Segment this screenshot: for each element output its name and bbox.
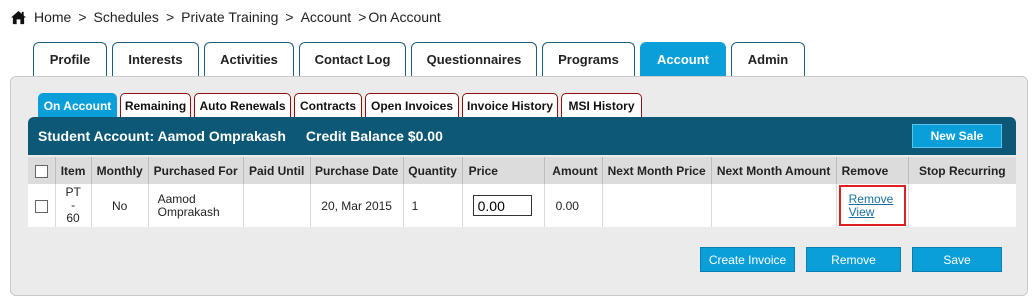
amount-cell: 0.00 xyxy=(544,184,603,227)
breadcrumb-separator: > xyxy=(285,9,294,25)
account-items-table: Item Monthly Purchased For Paid Until Pu… xyxy=(28,157,1016,227)
header-remove: Remove xyxy=(836,157,909,184)
item-cell: PT - 60 xyxy=(55,184,92,227)
student-account-label: Student Account: Aamod Omprakash xyxy=(38,128,286,144)
header-next-month-amount: Next Month Amount xyxy=(711,157,837,184)
monthly-cell: No xyxy=(91,184,149,227)
header-paid-until: Paid Until xyxy=(243,157,311,184)
subtab-on-account[interactable]: On Account xyxy=(38,93,117,117)
header-select-all xyxy=(28,157,56,184)
breadcrumb-schedules[interactable]: Schedules xyxy=(94,9,159,25)
purchase-date-cell: 20, Mar 2015 xyxy=(310,184,404,227)
subtab-open-invoices[interactable]: Open Invoices xyxy=(365,93,459,117)
header-quantity: Quantity xyxy=(403,157,463,184)
tab-admin[interactable]: Admin xyxy=(731,42,805,76)
breadcrumb: Home > Schedules > Private Training > Ac… xyxy=(10,8,441,26)
quantity-cell: 1 xyxy=(403,184,463,227)
purchased-for-cell: Aamod Omprakash xyxy=(148,184,244,227)
create-invoice-button[interactable]: Create Invoice xyxy=(700,247,795,272)
home-icon[interactable] xyxy=(10,10,27,25)
top-tabs: Profile Interests Activities Contact Log… xyxy=(33,42,810,76)
remove-cell: Remove View xyxy=(836,184,909,227)
remove-highlight-box: Remove View xyxy=(838,185,906,226)
header-item: Item xyxy=(55,157,92,184)
tab-activities[interactable]: Activities xyxy=(204,42,294,76)
save-button[interactable]: Save xyxy=(912,247,1002,272)
tab-contact-log[interactable]: Contact Log xyxy=(299,42,406,76)
credit-balance-label: Credit Balance $0.00 xyxy=(305,128,443,144)
subtab-remaining[interactable]: Remaining xyxy=(120,93,191,117)
header-purchase-date: Purchase Date xyxy=(310,157,404,184)
header-stop-recurring: Stop Recurring xyxy=(908,157,1016,184)
tab-programs[interactable]: Programs xyxy=(542,42,635,76)
header-monthly: Monthly xyxy=(91,157,149,184)
breadcrumb-separator: > xyxy=(358,9,367,25)
price-cell xyxy=(462,184,545,227)
header-purchased-for: Purchased For xyxy=(148,157,244,184)
subtab-msi-history[interactable]: MSI History xyxy=(561,93,642,117)
subtab-auto-renewals[interactable]: Auto Renewals xyxy=(194,93,291,117)
remove-link[interactable]: Remove xyxy=(849,192,904,206)
account-header-bar: Student Account: Aamod Omprakash Credit … xyxy=(28,117,1016,155)
paid-until-cell xyxy=(243,184,311,227)
tab-profile[interactable]: Profile xyxy=(33,42,107,76)
table-header-row: Item Monthly Purchased For Paid Until Pu… xyxy=(28,157,1016,184)
stop-recurring-cell xyxy=(908,184,1016,227)
subtab-invoice-history[interactable]: Invoice History xyxy=(462,93,558,117)
row-checkbox[interactable] xyxy=(34,199,48,213)
breadcrumb-separator: > xyxy=(78,9,87,25)
select-all-checkbox[interactable] xyxy=(34,164,48,178)
row-select-cell xyxy=(28,184,56,227)
sub-tabs: On Account Remaining Auto Renewals Contr… xyxy=(38,93,645,117)
new-sale-button[interactable]: New Sale xyxy=(912,124,1002,148)
next-month-amount-cell xyxy=(711,184,837,227)
tab-questionnaires[interactable]: Questionnaires xyxy=(411,42,537,76)
header-price: Price xyxy=(462,157,545,184)
subtab-contracts[interactable]: Contracts xyxy=(294,93,362,117)
view-link[interactable]: View xyxy=(849,205,904,219)
breadcrumb-account[interactable]: Account xyxy=(301,9,352,25)
tab-interests[interactable]: Interests xyxy=(112,42,199,76)
tab-account[interactable]: Account xyxy=(640,42,726,76)
header-amount: Amount xyxy=(544,157,603,184)
next-month-price-cell xyxy=(602,184,712,227)
breadcrumb-separator: > xyxy=(165,9,175,25)
price-input[interactable] xyxy=(472,195,532,216)
breadcrumb-on-account: On Account xyxy=(368,9,441,25)
breadcrumb-home[interactable]: Home xyxy=(34,9,71,25)
remove-button[interactable]: Remove xyxy=(806,247,901,272)
header-next-month-price: Next Month Price xyxy=(602,157,712,184)
breadcrumb-private-training[interactable]: Private Training xyxy=(181,9,278,25)
table-row: PT - 60 No Aamod Omprakash 20, Mar 2015 … xyxy=(28,184,1016,227)
